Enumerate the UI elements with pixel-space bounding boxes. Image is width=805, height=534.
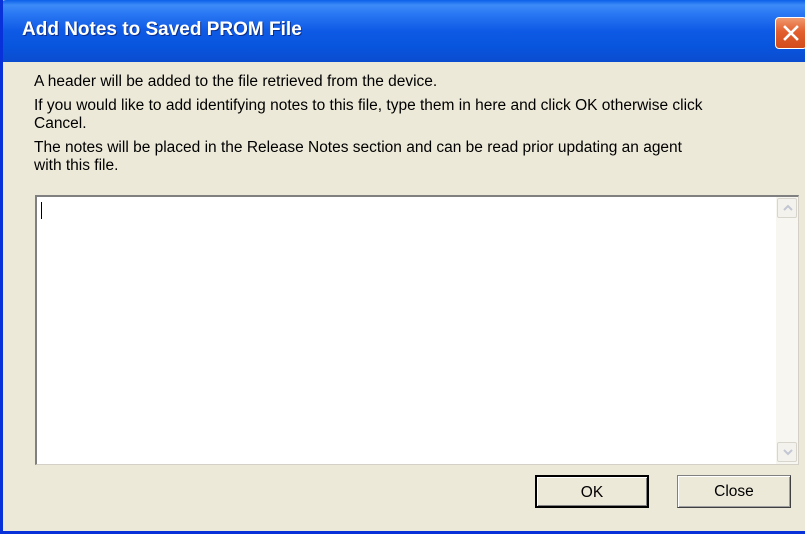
window-title: Add Notes to Saved PROM File	[22, 19, 302, 40]
text-caret	[41, 202, 42, 219]
close-button[interactable]: Close	[677, 475, 791, 508]
message-release-notes-line1: The notes will be placed in the Release …	[34, 139, 682, 156]
dialog-client-area: A header will be added to the file retri…	[3, 62, 805, 531]
title-bar[interactable]: Add Notes to Saved PROM File	[3, 0, 805, 62]
chevron-up-icon	[783, 204, 793, 211]
message-instructions-line2: Cancel.	[34, 115, 87, 132]
message-header-info: A header will be added to the file retri…	[34, 73, 438, 90]
scroll-up-button[interactable]	[777, 198, 797, 218]
notes-textbox-frame	[35, 195, 799, 465]
message-instructions-line1: If you would like to add identifying not…	[34, 97, 703, 114]
scroll-down-button[interactable]	[777, 442, 797, 462]
notes-textarea[interactable]	[37, 197, 777, 464]
close-icon	[783, 25, 799, 41]
vertical-scrollbar[interactable]	[776, 197, 798, 464]
ok-button[interactable]: OK	[535, 475, 649, 508]
message-release-notes-line2: with this file.	[34, 157, 119, 174]
dialog-window: Add Notes to Saved PROM File A header wi…	[0, 0, 805, 534]
close-window-button[interactable]	[775, 17, 805, 49]
chevron-down-icon	[783, 449, 793, 456]
